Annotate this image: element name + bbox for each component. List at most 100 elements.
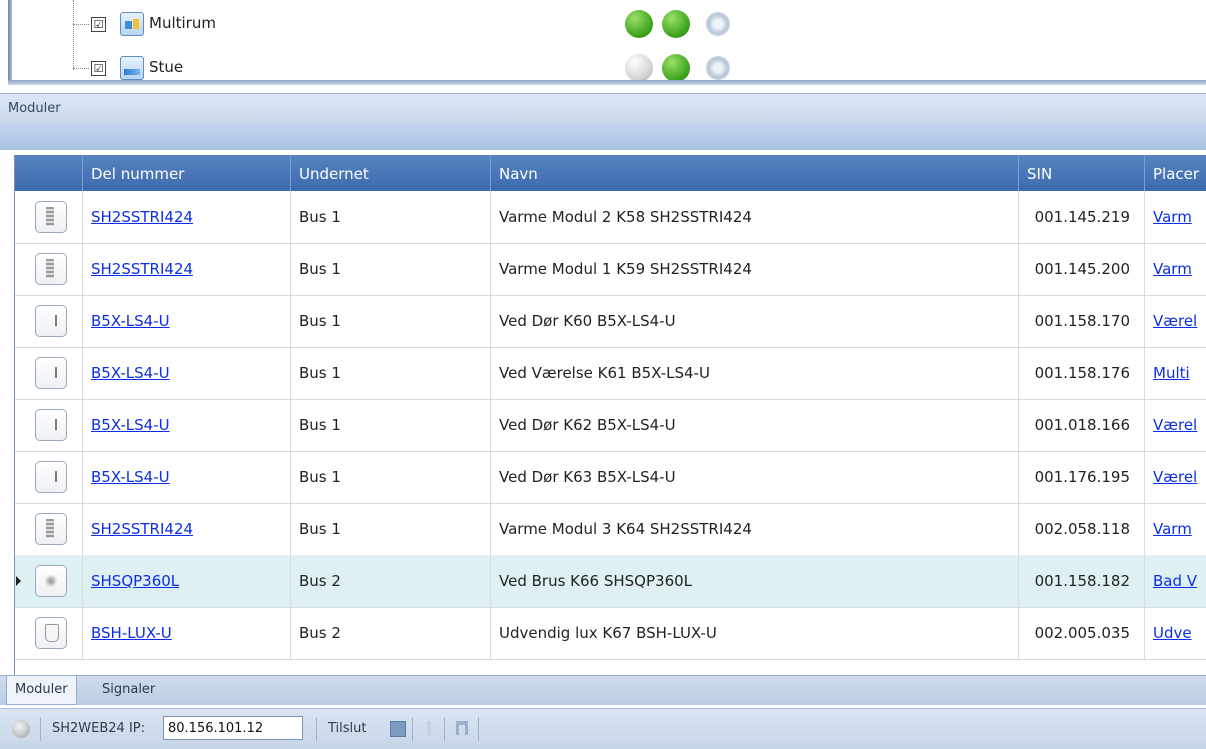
module-stri-icon [35, 201, 67, 233]
current-row-indicator-icon [16, 576, 21, 586]
divider [478, 717, 479, 741]
part-number-link[interactable]: SH2SSTRI424 [91, 520, 193, 538]
module-ls4-icon [35, 461, 67, 493]
placement-link[interactable]: Multi [1153, 364, 1190, 382]
module-icon-cell [15, 555, 83, 607]
column-header-icon[interactable] [15, 155, 83, 191]
status-light-green-icon [662, 54, 690, 82]
part-number-cell: BSH-LUX-U [83, 607, 291, 659]
part-number-cell: B5X-LS4-U [83, 295, 291, 347]
multirum-room-icon [120, 12, 144, 36]
info-icon[interactable] [427, 721, 431, 735]
table-row[interactable]: SH2SSTRI424 Bus 1 Varme Modul 3 K64 SH2SST… [15, 503, 1206, 556]
sin-cell: 001.158.176 [1019, 347, 1145, 399]
table-row[interactable]: B5X-LS4-U Bus 1 Ved Dør K63 B5X-LS4-U 001.1… [15, 451, 1206, 504]
placement-cell: Værel [1145, 451, 1206, 503]
placement-link[interactable]: Varm [1153, 208, 1192, 226]
network-plug-icon[interactable] [456, 721, 468, 735]
table-row[interactable]: B5X-LS4-U Bus 1 Ved Dør K62 B5X-LS4-U 001.0… [15, 399, 1206, 452]
module-stri-icon [35, 513, 67, 545]
sin-cell: 001.018.166 [1019, 399, 1145, 451]
placement-link[interactable]: Bad V [1153, 572, 1197, 590]
part-number-link[interactable]: B5X-LS4-U [91, 364, 170, 382]
subnet-cell: Bus 1 [291, 451, 491, 503]
tree-branch-line [73, 68, 89, 69]
part-number-cell: B5X-LS4-U [83, 347, 291, 399]
column-header-name[interactable]: Navn [491, 155, 1019, 191]
part-number-cell: B5X-LS4-U [83, 399, 291, 451]
divider [412, 717, 413, 741]
tab-moduler[interactable]: Moduler [6, 676, 77, 705]
module-name-cell: Varme Modul 3 K64 SH2SSTRI424 [491, 503, 1019, 555]
part-number-cell: SHSQP360L [83, 555, 291, 607]
divider [316, 717, 317, 741]
placement-link[interactable]: Varm [1153, 260, 1192, 278]
placement-link[interactable]: Udve [1153, 624, 1192, 642]
status-light-gray-icon [625, 54, 653, 82]
part-number-link[interactable]: B5X-LS4-U [91, 312, 170, 330]
part-number-cell: SH2SSTRI424 [83, 243, 291, 295]
placement-cell: Multi [1145, 347, 1206, 399]
part-number-link[interactable]: B5X-LS4-U [91, 468, 170, 486]
column-header-subnet[interactable]: Undernet [291, 155, 491, 191]
divider [40, 717, 41, 741]
table-row[interactable]: B5X-LS4-U Bus 1 Ved Værelse K61 B5X-LS4-U 0… [15, 347, 1206, 400]
placement-link[interactable]: Varm [1153, 520, 1192, 538]
part-number-link[interactable]: SH2SSTRI424 [91, 260, 193, 278]
module-name-cell: Ved Dør K60 B5X-LS4-U [491, 295, 1019, 347]
tree-frame-bottom [8, 80, 1206, 85]
module-name-cell: Ved Dør K62 B5X-LS4-U [491, 399, 1019, 451]
column-header-sin[interactable]: SIN [1019, 155, 1145, 191]
placement-link[interactable]: Værel [1153, 468, 1197, 486]
connect-button[interactable]: Tilslut [328, 721, 367, 736]
tree-item-checkbox[interactable]: ☑ [91, 61, 106, 76]
placement-cell: Værel [1145, 399, 1206, 451]
table-row[interactable]: SH2SSTRI424 Bus 1 Varme Modul 1 K59 SH2SST… [15, 243, 1206, 296]
module-name-cell: Ved Dør K63 B5X-LS4-U [491, 451, 1019, 503]
module-name-cell: Ved Brus K66 SHSQP360L [491, 555, 1019, 607]
tree-item-checkbox[interactable]: ☑ [91, 17, 106, 32]
module-name-cell: Udvendig lux K67 BSH-LUX-U [491, 607, 1019, 659]
module-name-cell: Ved Værelse K61 B5X-LS4-U [491, 347, 1019, 399]
module-icon-cell [15, 399, 83, 451]
placement-link[interactable]: Værel [1153, 416, 1197, 434]
panel-title: Moduler [8, 101, 61, 116]
part-number-link[interactable]: SH2SSTRI424 [91, 208, 193, 226]
module-name-cell: Varme Modul 2 K58 SH2SSTRI424 [491, 191, 1019, 243]
placement-link[interactable]: Værel [1153, 312, 1197, 330]
sin-cell: 001.158.170 [1019, 295, 1145, 347]
tree-item-label: Stue [149, 58, 184, 76]
table-row[interactable]: BSH-LUX-U Bus 2 Udvendig lux K67 BSH-LUX-U… [15, 607, 1206, 660]
tab-signaler[interactable]: Signaler [94, 676, 163, 704]
tree-item-label: Multirum [149, 14, 216, 32]
table-row[interactable]: SHSQP360L Bus 2 Ved Brus K66 SHSQP360L 001.… [15, 555, 1206, 608]
placement-cell: Varm [1145, 191, 1206, 243]
module-name-cell: Varme Modul 1 K59 SH2SSTRI424 [491, 243, 1019, 295]
table-row[interactable]: SH2SSTRI424 Bus 1 Varme Modul 2 K58 SH2SST… [15, 191, 1206, 244]
divider [444, 717, 445, 741]
status-light-disabled-icon [706, 56, 730, 80]
module-icon-cell [15, 191, 83, 243]
part-number-link[interactable]: BSH-LUX-U [91, 624, 172, 642]
ip-address-input[interactable] [163, 716, 303, 740]
subnet-cell: Bus 1 [291, 295, 491, 347]
connection-status-icon [12, 720, 30, 738]
subnet-cell: Bus 1 [291, 191, 491, 243]
subnet-cell: Bus 1 [291, 347, 491, 399]
bottom-tab-strip: Moduler Signaler [0, 675, 1206, 705]
column-header-placement[interactable]: Placer [1145, 155, 1206, 191]
part-number-link[interactable]: B5X-LS4-U [91, 416, 170, 434]
modules-panel-header: Moduler [0, 93, 1206, 124]
subnet-cell: Bus 2 [291, 555, 491, 607]
part-number-link[interactable]: SHSQP360L [91, 572, 179, 590]
modules-toolbar [0, 123, 1206, 150]
status-bar: SH2WEB24 IP: Tilslut [0, 708, 1206, 749]
room-tree: ☑ Multirum ☑ Stue [0, 0, 1206, 86]
module-icon-cell [15, 503, 83, 555]
part-number-cell: SH2SSTRI424 [83, 191, 291, 243]
module-ls4-icon [35, 409, 67, 441]
placement-cell: Bad V [1145, 555, 1206, 607]
save-icon[interactable] [390, 721, 406, 737]
column-header-part-number[interactable]: Del nummer [83, 155, 291, 191]
table-row[interactable]: B5X-LS4-U Bus 1 Ved Dør K60 B5X-LS4-U 001.1… [15, 295, 1206, 348]
